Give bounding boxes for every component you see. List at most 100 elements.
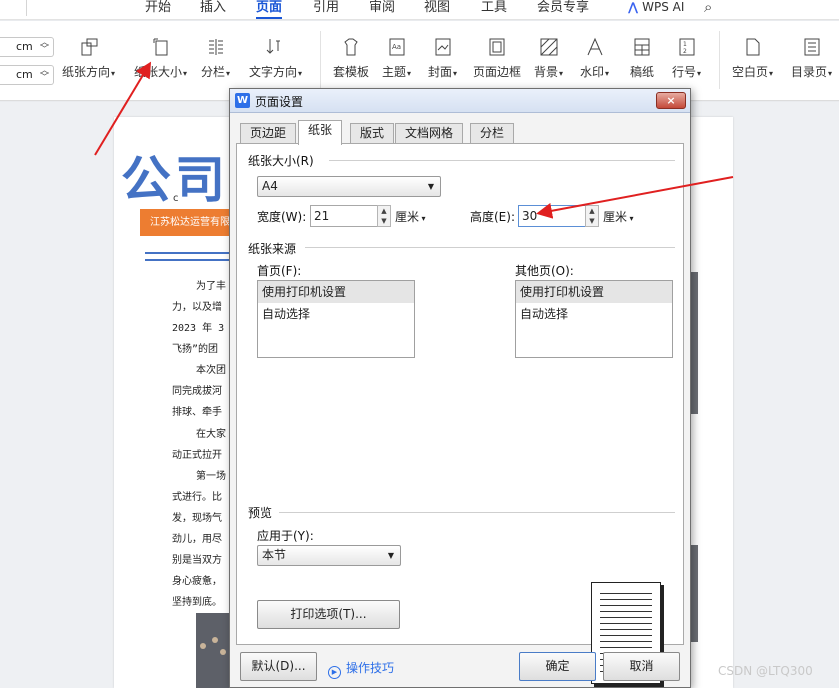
list-item[interactable]: 自动选择 — [258, 303, 414, 325]
tab-layout[interactable]: 版式 — [350, 123, 395, 144]
page-setup-dialog: W 页面设置 × 页边距 纸张 版式 文档网格 分栏 纸张大小(R) A4 ▼ … — [229, 88, 691, 688]
height-unit-dropdown[interactable]: 厘米 ▾ — [603, 208, 634, 225]
toc-page-button[interactable]: 目录页▾ — [791, 37, 832, 80]
template-icon — [344, 38, 358, 56]
group-divider — [279, 512, 675, 513]
other-pages-source-list[interactable]: 使用打印机设置 自动选择 — [515, 280, 673, 358]
print-options-button[interactable]: 打印选项(T)... — [257, 600, 400, 629]
close-button[interactable]: × — [656, 92, 686, 109]
decor-line — [145, 259, 232, 261]
columns-button[interactable]: 分栏▾ — [201, 37, 230, 80]
width-spinner[interactable]: ▲ ▼ — [377, 205, 391, 227]
document-text-line: 身心疲惫， — [172, 576, 222, 587]
ok-button[interactable]: 确定 — [519, 652, 596, 681]
ribbon-label: 主题 — [382, 65, 407, 79]
first-page-source-list[interactable]: 使用打印机设置 自动选择 — [257, 280, 415, 358]
apply-to-value: 本节 — [262, 548, 287, 562]
first-page-label: 首页(F): — [257, 264, 302, 278]
svg-text:1: 1 — [683, 41, 687, 48]
tab-member[interactable]: 会员专享 — [537, 0, 589, 16]
ribbon-label: 页面边框 — [473, 65, 522, 79]
group-divider — [305, 247, 675, 248]
line-number-button[interactable]: 12 行号▾ — [672, 37, 701, 80]
tab-insert[interactable]: 插入 — [200, 0, 226, 16]
apply-to-label: 应用于(Y): — [257, 529, 314, 543]
tab-review[interactable]: 审阅 — [369, 0, 395, 16]
width-input[interactable]: 21 — [310, 205, 378, 227]
tab-doc-grid[interactable]: 文档网格 — [395, 123, 464, 144]
dialog-title: 页面设置 — [255, 95, 304, 109]
document-mark: c — [173, 193, 179, 204]
list-item[interactable]: 使用打印机设置 — [516, 281, 672, 303]
apply-to-select[interactable]: 本节 ▼ — [257, 545, 401, 566]
paper-size-button[interactable]: 纸张大小▾ — [134, 37, 187, 80]
background-button[interactable]: 背景▾ — [534, 37, 563, 80]
height-unit: 厘米 — [603, 210, 628, 224]
height-spinner[interactable]: ▲ ▼ — [585, 205, 599, 227]
wps-ai-button[interactable]: ⋀ WPS AI — [628, 0, 684, 14]
width-unit: 厘米 — [395, 210, 420, 224]
document-text-line: 在大家 — [196, 429, 226, 440]
page-orientation-button[interactable]: 纸张方向▾ — [62, 37, 115, 80]
tab-margins[interactable]: 页边距 — [240, 123, 297, 144]
tab-columns[interactable]: 分栏 — [470, 123, 515, 144]
tab-references[interactable]: 引用 — [313, 0, 339, 16]
template-button[interactable]: 套模板 — [333, 37, 369, 80]
paper-tab-panel: 纸张大小(R) A4 ▼ 宽度(W): 21 ▲ ▼ 厘米 ▾ 高度(E): 30… — [236, 143, 684, 684]
ribbon-label: 套模板 — [333, 65, 370, 79]
ribbon-label: 封面 — [428, 65, 453, 79]
tab-view[interactable]: 视图 — [424, 0, 450, 16]
document-text-line: 劲儿，用尽 — [172, 534, 222, 545]
page-border-button[interactable]: 页面边框 — [473, 37, 521, 80]
dialog-titlebar[interactable]: W 页面设置 × — [230, 89, 690, 113]
document-photo — [690, 545, 698, 642]
document-text-line: 排球、牵手 — [172, 407, 222, 418]
paper-size-select[interactable]: A4 ▼ — [257, 176, 441, 197]
document-text-line: 发，现场气 — [172, 513, 222, 524]
ribbon-separator — [320, 31, 321, 89]
margin-spinner-top[interactable]: cm ︿ ﹀ — [0, 37, 54, 57]
ribbon-label: 文字方向 — [249, 65, 298, 79]
dropdown-arrow-icon: ▼ — [427, 182, 434, 191]
list-item[interactable]: 自动选择 — [516, 303, 672, 325]
blank-page-button[interactable]: 空白页▾ — [732, 37, 773, 80]
list-item[interactable]: 使用打印机设置 — [258, 281, 414, 303]
watermark-icon — [587, 37, 602, 56]
document-text-line: 力，以及增 — [172, 302, 222, 313]
tab-tools[interactable]: 工具 — [481, 0, 507, 16]
menu-separator — [26, 0, 27, 16]
tips-label: 操作技巧 — [346, 661, 395, 675]
document-banner: 江苏松达运营有限 — [140, 209, 232, 236]
margin-spinner-bottom[interactable]: cm ︿ ﹀ — [0, 65, 54, 85]
tab-page[interactable]: 页面 — [256, 0, 283, 19]
spinner-arrows-icon[interactable]: ︿ ﹀ — [40, 39, 49, 55]
document-text-line: 第一场 — [196, 471, 226, 482]
theme-icon: Aa — [389, 38, 405, 56]
tab-paper[interactable]: 纸张 — [298, 120, 343, 145]
paper-size-value: A4 — [262, 179, 278, 193]
manuscript-button[interactable]: 稿纸 — [630, 37, 654, 80]
cancel-button[interactable]: 取消 — [603, 652, 680, 681]
tab-home[interactable]: 开始 — [145, 0, 171, 16]
theme-button[interactable]: Aa 主题▾ — [382, 37, 411, 80]
spinner-arrows-icon[interactable]: ︿ ﹀ — [40, 67, 49, 83]
width-unit-dropdown[interactable]: 厘米 ▾ — [395, 208, 426, 225]
text-direction-button[interactable]: 文字方向▾ — [249, 37, 302, 80]
text-direction-icon — [266, 39, 280, 54]
ribbon-label: 背景 — [534, 65, 559, 79]
height-input[interactable]: 30 — [518, 205, 586, 227]
tips-link[interactable]: ▶ 操作技巧 — [328, 659, 394, 679]
page-orientation-icon — [81, 38, 98, 56]
width-label: 宽度(W): — [257, 210, 307, 224]
document-text-line: 坚持到底。 — [172, 597, 222, 608]
menu-bar: 开始 插入 页面 引用 审阅 视图 工具 会员专享 ⋀ WPS AI ⌕ — [0, 0, 839, 20]
columns-icon — [208, 39, 223, 55]
wps-ai-logo-icon: ⋀ — [628, 0, 639, 14]
cover-button[interactable]: 封面▾ — [428, 37, 457, 80]
toc-page-icon — [804, 38, 820, 56]
watermark-button[interactable]: 水印▾ — [580, 37, 609, 80]
default-button[interactable]: 默认(D)... — [240, 652, 317, 681]
decor-line — [145, 252, 232, 254]
ribbon-label: 稿纸 — [630, 65, 655, 79]
search-icon[interactable]: ⌕ — [704, 0, 712, 16]
